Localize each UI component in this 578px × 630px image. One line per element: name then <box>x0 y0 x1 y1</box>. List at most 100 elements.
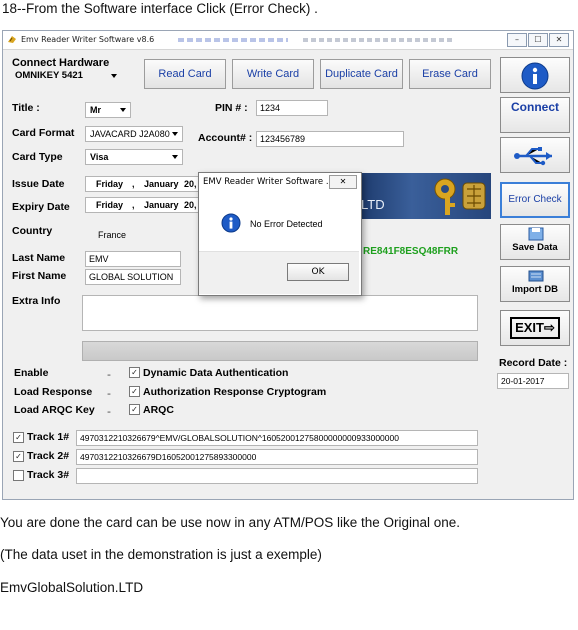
save-icon <box>528 227 544 241</box>
issue-day-number: 20, <box>184 179 197 189</box>
expiry-day-number: 20, <box>184 200 197 210</box>
maximize-button[interactable]: ☐ <box>528 33 548 47</box>
chevron-down-icon <box>172 132 178 136</box>
pin-input[interactable]: 1234 <box>256 100 328 116</box>
logo-banner: LTD <box>359 173 491 219</box>
dialog-ok-button[interactable]: OK <box>287 263 349 281</box>
title-bar: Emv Reader Writer Software v8.6 – ☐ ✕ <box>3 31 573 50</box>
progress-bar <box>82 341 478 361</box>
chevron-down-icon <box>111 74 117 78</box>
dialog-close-button[interactable]: ✕ <box>329 175 357 189</box>
doc-line-1: You are done the card can be use now in … <box>0 515 461 530</box>
track1-checkbox[interactable]: ✓ <box>13 432 24 443</box>
app-icon <box>7 34 17 44</box>
window-title: Emv Reader Writer Software v8.6 <box>21 35 155 44</box>
exit-label: EXIT <box>515 320 544 335</box>
duplicate-card-button[interactable]: Duplicate Card <box>320 59 403 89</box>
issue-month: January <box>144 179 179 189</box>
track2-label: Track 2# <box>27 450 70 462</box>
chevron-down-icon <box>120 108 126 112</box>
track3-checkbox[interactable] <box>13 470 24 481</box>
card-format-value: JAVACARD J2A080 <box>90 129 170 139</box>
title-label: Title : <box>12 102 40 114</box>
import-db-button[interactable]: Import DB <box>500 266 570 302</box>
chevron-down-icon <box>172 155 178 159</box>
close-button[interactable]: ✕ <box>549 33 569 47</box>
extra-info-label: Extra Info <box>12 295 61 307</box>
database-icon <box>528 270 544 282</box>
issue-day: Friday <box>96 179 124 189</box>
last-name-label: Last Name <box>12 252 66 264</box>
card-format-label: Card Format <box>12 127 75 139</box>
title-decoration-2 <box>303 38 453 42</box>
title-select[interactable]: Mr <box>85 102 131 118</box>
exit-arrow-icon: ⇨ <box>544 320 555 335</box>
dda-checkbox[interactable]: ✓ <box>129 367 140 378</box>
save-data-label: Save Data <box>512 242 558 253</box>
usb-icon <box>514 147 552 166</box>
message-dialog: EMV Reader Writer Software ... ✕ No Erro… <box>198 172 362 296</box>
account-label: Account# : <box>198 132 253 144</box>
hash-text: RE841F8ESQ48FRR <box>363 246 459 257</box>
track2-checkbox[interactable]: ✓ <box>13 451 24 462</box>
save-data-button[interactable]: Save Data <box>500 224 570 260</box>
import-db-label: Import DB <box>512 284 558 295</box>
dialog-message: No Error Detected <box>250 219 323 229</box>
card-type-label: Card Type <box>12 151 63 163</box>
exit-button[interactable]: EXIT⇨ <box>500 310 570 346</box>
info-icon <box>221 213 241 236</box>
dda-label: Dynamic Data Authentication <box>143 367 289 379</box>
enable-label: Enable <box>14 367 49 379</box>
extra-info-textarea[interactable] <box>82 295 478 331</box>
info-button[interactable] <box>500 57 570 93</box>
banner-ltd-text: LTD <box>361 197 385 212</box>
card-type-value: Visa <box>90 152 109 162</box>
arqc-label: ARQC <box>143 404 174 416</box>
arc-checkbox[interactable]: ✓ <box>129 386 140 397</box>
pin-label: PIN # : <box>215 102 248 114</box>
load-arqc-label: Load ARQC Key <box>14 404 95 416</box>
title-decoration <box>178 38 288 42</box>
first-name-input[interactable]: GLOBAL SOLUTION <box>85 269 181 285</box>
reader-select[interactable]: OMNIKEY 5421 <box>11 69 121 85</box>
read-card-button[interactable]: Read Card <box>144 59 226 89</box>
usb-button[interactable] <box>500 137 570 173</box>
write-card-button[interactable]: Write Card <box>232 59 314 89</box>
key-icon <box>431 175 489 219</box>
error-check-button[interactable]: Error Check <box>500 182 570 218</box>
dialog-title: EMV Reader Writer Software ... <box>203 177 334 187</box>
first-name-label: First Name <box>12 270 67 282</box>
track1-input[interactable]: 4970312210326679^EMV/GLOBALSOLUTION^1605… <box>76 430 478 446</box>
track2-input[interactable]: 4970312210326679D16052001275893300000 <box>76 449 478 465</box>
load-response-label: Load Response <box>14 386 93 398</box>
record-date-value: 20-01-2017 <box>497 373 569 389</box>
issue-date-picker[interactable]: Friday , January 20, <box>85 176 205 192</box>
connect-button[interactable]: Connect <box>500 97 570 133</box>
issue-date-label: Issue Date <box>12 178 65 190</box>
expiry-date-picker[interactable]: Friday , January 20, <box>85 197 205 213</box>
reader-select-value: OMNIKEY 5421 <box>15 70 83 81</box>
country-label: Country <box>12 225 53 237</box>
connect-hardware-label: Connect Hardware <box>12 57 110 69</box>
error-check-label: Error Check <box>508 194 562 205</box>
expiry-day: Friday <box>96 200 124 210</box>
country-input[interactable]: France <box>85 228 205 244</box>
card-type-select[interactable]: Visa <box>85 149 183 165</box>
doc-heading: 18--From the Software interface Click (E… <box>2 1 318 16</box>
doc-line-3: EmvGlobalSolution.LTD <box>0 580 144 595</box>
last-name-input[interactable]: EMV <box>85 251 181 267</box>
connect-button-label: Connect <box>511 100 559 114</box>
expiry-month: January <box>144 200 179 210</box>
arqc-checkbox[interactable]: ✓ <box>129 404 140 415</box>
track1-label: Track 1# <box>27 431 70 443</box>
card-format-select[interactable]: JAVACARD J2A080 <box>85 126 183 142</box>
minimize-button[interactable]: – <box>507 33 527 47</box>
account-input[interactable]: 123456789 <box>256 131 404 147</box>
title-select-value: Mr <box>90 105 101 115</box>
erase-card-button[interactable]: Erase Card <box>409 59 491 89</box>
expiry-date-label: Expiry Date <box>12 201 70 213</box>
track3-input[interactable] <box>76 468 478 484</box>
record-date-label: Record Date : <box>499 357 568 369</box>
track3-label: Track 3# <box>27 469 70 481</box>
doc-line-2: (The data uset in the demonstration is j… <box>0 547 322 562</box>
